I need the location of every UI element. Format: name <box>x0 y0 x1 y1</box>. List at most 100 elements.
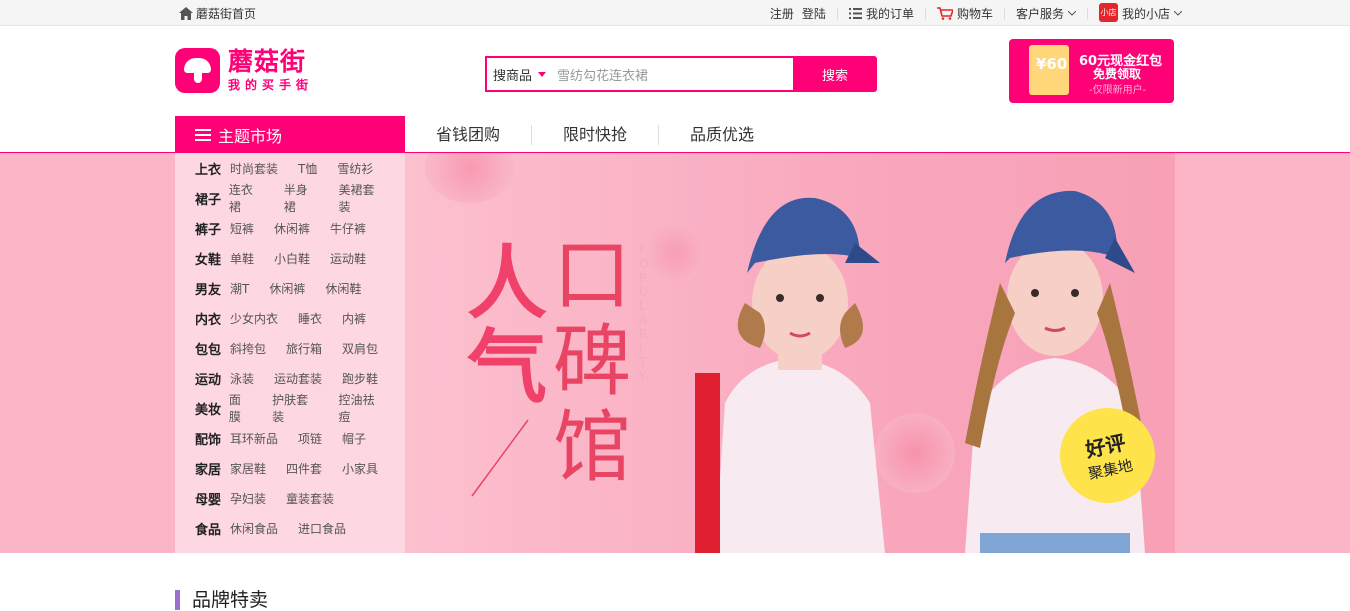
cart-icon <box>936 7 953 20</box>
section-title: 品牌特卖 <box>175 590 268 610</box>
category-name[interactable]: 食品 <box>195 519 230 538</box>
subcategory-link[interactable]: 四件套 <box>286 460 322 477</box>
subcategory-link[interactable]: 项链 <box>298 430 322 447</box>
subcategory-link[interactable]: 跑步鞋 <box>342 370 378 387</box>
subcategory-link[interactable]: 运动套装 <box>274 370 322 387</box>
blossom-decoration <box>425 153 515 203</box>
subcategory-link[interactable]: 双肩包 <box>342 340 378 357</box>
subcategory-link[interactable]: 内裤 <box>342 310 366 327</box>
banner-english-text: POPULARITY <box>639 243 655 383</box>
subcategory-link[interactable]: 控油祛痘 <box>339 391 385 425</box>
category-name[interactable]: 男友 <box>195 279 230 298</box>
red-packet-note: -仅限新用户- <box>1089 85 1147 96</box>
subcategory-link[interactable]: 耳环新品 <box>230 430 278 447</box>
category-row: 配饰 耳环新品 项链 帽子 <box>175 423 405 453</box>
home-icon <box>179 7 193 20</box>
search-type-select[interactable]: 搜商品 <box>487 65 554 84</box>
subcategory-link[interactable]: 斜挎包 <box>230 340 266 357</box>
cart-link[interactable]: 购物车 <box>926 5 1004 22</box>
subcategory-link[interactable]: 短裤 <box>230 220 254 237</box>
subcategory-link[interactable]: T恤 <box>298 160 317 177</box>
search-type-label: 搜商品 <box>493 68 533 84</box>
category-row: 运动 泳装 运动套装 跑步鞋 <box>175 363 405 393</box>
list-icon <box>848 8 862 19</box>
logo-name: 蘑菇街 <box>228 47 307 76</box>
red-packet-promo[interactable]: ¥60 60元现金红包 免费领取 -仅限新用户- <box>1009 39 1174 103</box>
subcategory-link[interactable]: 少女内衣 <box>230 310 278 327</box>
banner-hot-text: 人气 <box>467 236 547 414</box>
search-button[interactable]: 搜索 <box>793 56 877 92</box>
envelope-icon: ¥60 <box>1029 45 1069 95</box>
subcategory-link[interactable]: 小白鞋 <box>274 250 310 267</box>
category-row: 食品 休闲食品 进口食品 <box>175 513 405 543</box>
caret-down-icon <box>538 71 547 77</box>
subcategory-link[interactable]: 休闲食品 <box>230 520 278 537</box>
theme-market-button[interactable]: 主题市场 <box>175 116 405 153</box>
category-name[interactable]: 美妆 <box>195 399 229 418</box>
subcategory-link[interactable]: 牛仔裤 <box>330 220 366 237</box>
model-photo-right <box>965 190 1145 553</box>
header: 蘑菇街 我的买手街 搜商品 雪纺勾花连衣裙 搜索 ¥60 60元现金红包 免费领… <box>0 26 1350 116</box>
category-name[interactable]: 运动 <box>195 369 230 388</box>
category-row: 男友 潮T 休闲裤 休闲鞋 <box>175 273 405 303</box>
search-input[interactable]: 雪纺勾花连衣裙 <box>554 65 648 84</box>
subcategory-link[interactable]: 半身裙 <box>284 181 319 215</box>
subcategory-link[interactable]: 睡衣 <box>298 310 322 327</box>
category-name[interactable]: 包包 <box>195 339 230 358</box>
category-row: 裤子 短裤 休闲裤 牛仔裤 <box>175 213 405 243</box>
red-packet-subtitle: 免费领取 <box>1093 67 1142 81</box>
category-name[interactable]: 裤子 <box>195 219 230 238</box>
mushroom-logo-icon <box>175 48 220 93</box>
orders-link[interactable]: 我的订单 <box>838 5 925 22</box>
subcategory-link[interactable]: 小家具 <box>342 460 378 477</box>
slash-decoration <box>471 419 529 497</box>
menu-icon <box>195 128 211 141</box>
subcategory-link[interactable]: 旅行箱 <box>286 340 322 357</box>
subcategory-link[interactable]: 美裙套装 <box>339 181 385 215</box>
shop-menu[interactable]: 小店 我的小店 <box>1088 2 1182 22</box>
subcategory-link[interactable]: 童装套装 <box>286 490 334 507</box>
category-name[interactable]: 母婴 <box>195 489 230 508</box>
subcategory-link[interactable]: 家居鞋 <box>230 460 266 477</box>
nav-link-quality[interactable]: 品质优选 <box>659 125 785 145</box>
subcategory-link[interactable]: 休闲裤 <box>269 280 305 297</box>
category-name[interactable]: 女鞋 <box>195 249 230 268</box>
category-name[interactable]: 内衣 <box>195 309 230 328</box>
subcategory-link[interactable]: 孕妇装 <box>230 490 266 507</box>
nav-link-group-buy[interactable]: 省钱团购 <box>405 124 533 145</box>
search-bar: 搜商品 雪纺勾花连衣裙 搜索 <box>485 56 877 92</box>
category-row: 家居 家居鞋 四件套 小家具 <box>175 453 405 483</box>
category-row: 包包 斜挎包 旅行箱 双肩包 <box>175 333 405 363</box>
category-name[interactable]: 上衣 <box>195 159 230 178</box>
subcategory-link[interactable]: 进口食品 <box>298 520 346 537</box>
subcategory-link[interactable]: 雪纺衫 <box>337 160 373 177</box>
subcategory-link[interactable]: 帽子 <box>342 430 366 447</box>
subcategory-link[interactable]: 泳装 <box>230 370 254 387</box>
subcategory-link[interactable]: 面膜 <box>229 391 252 425</box>
subcategory-link[interactable]: 连衣裙 <box>229 181 264 215</box>
search-box: 搜商品 雪纺勾花连衣裙 <box>485 56 793 92</box>
subcategory-link[interactable]: 时尚套装 <box>230 160 278 177</box>
home-link[interactable]: 蘑菇街首页 <box>179 5 256 22</box>
theme-market-label: 主题市场 <box>218 126 283 146</box>
category-row: 美妆 面膜 护肤套装 控油祛痘 <box>175 391 405 425</box>
category-name[interactable]: 裙子 <box>195 189 229 208</box>
login-link[interactable]: 登陆 <box>798 5 837 22</box>
chevron-down-icon <box>1174 11 1182 16</box>
subcategory-link[interactable]: 休闲鞋 <box>325 280 361 297</box>
nav-link-flash-sale[interactable]: 限时快抢 <box>532 124 660 145</box>
subcategory-link[interactable]: 运动鞋 <box>330 250 366 267</box>
model-photo-left <box>695 197 885 553</box>
main-nav: 主题市场 省钱团购 限时快抢 品质优选 <box>0 116 1350 153</box>
category-name[interactable]: 配饰 <box>195 429 230 448</box>
category-name[interactable]: 家居 <box>195 459 230 478</box>
subcategory-link[interactable]: 休闲裤 <box>274 220 310 237</box>
subcategory-link[interactable]: 护肤套装 <box>272 391 318 425</box>
cart-label: 购物车 <box>956 7 993 21</box>
subcategory-link[interactable]: 潮T <box>230 280 249 297</box>
register-link[interactable]: 注册 <box>759 5 798 22</box>
service-menu[interactable]: 客户服务 <box>1005 5 1087 22</box>
category-row: 内衣 少女内衣 睡衣 内裤 <box>175 303 405 333</box>
subcategory-link[interactable]: 单鞋 <box>230 250 254 267</box>
logo[interactable]: 蘑菇街 我的买手街 <box>175 48 313 93</box>
